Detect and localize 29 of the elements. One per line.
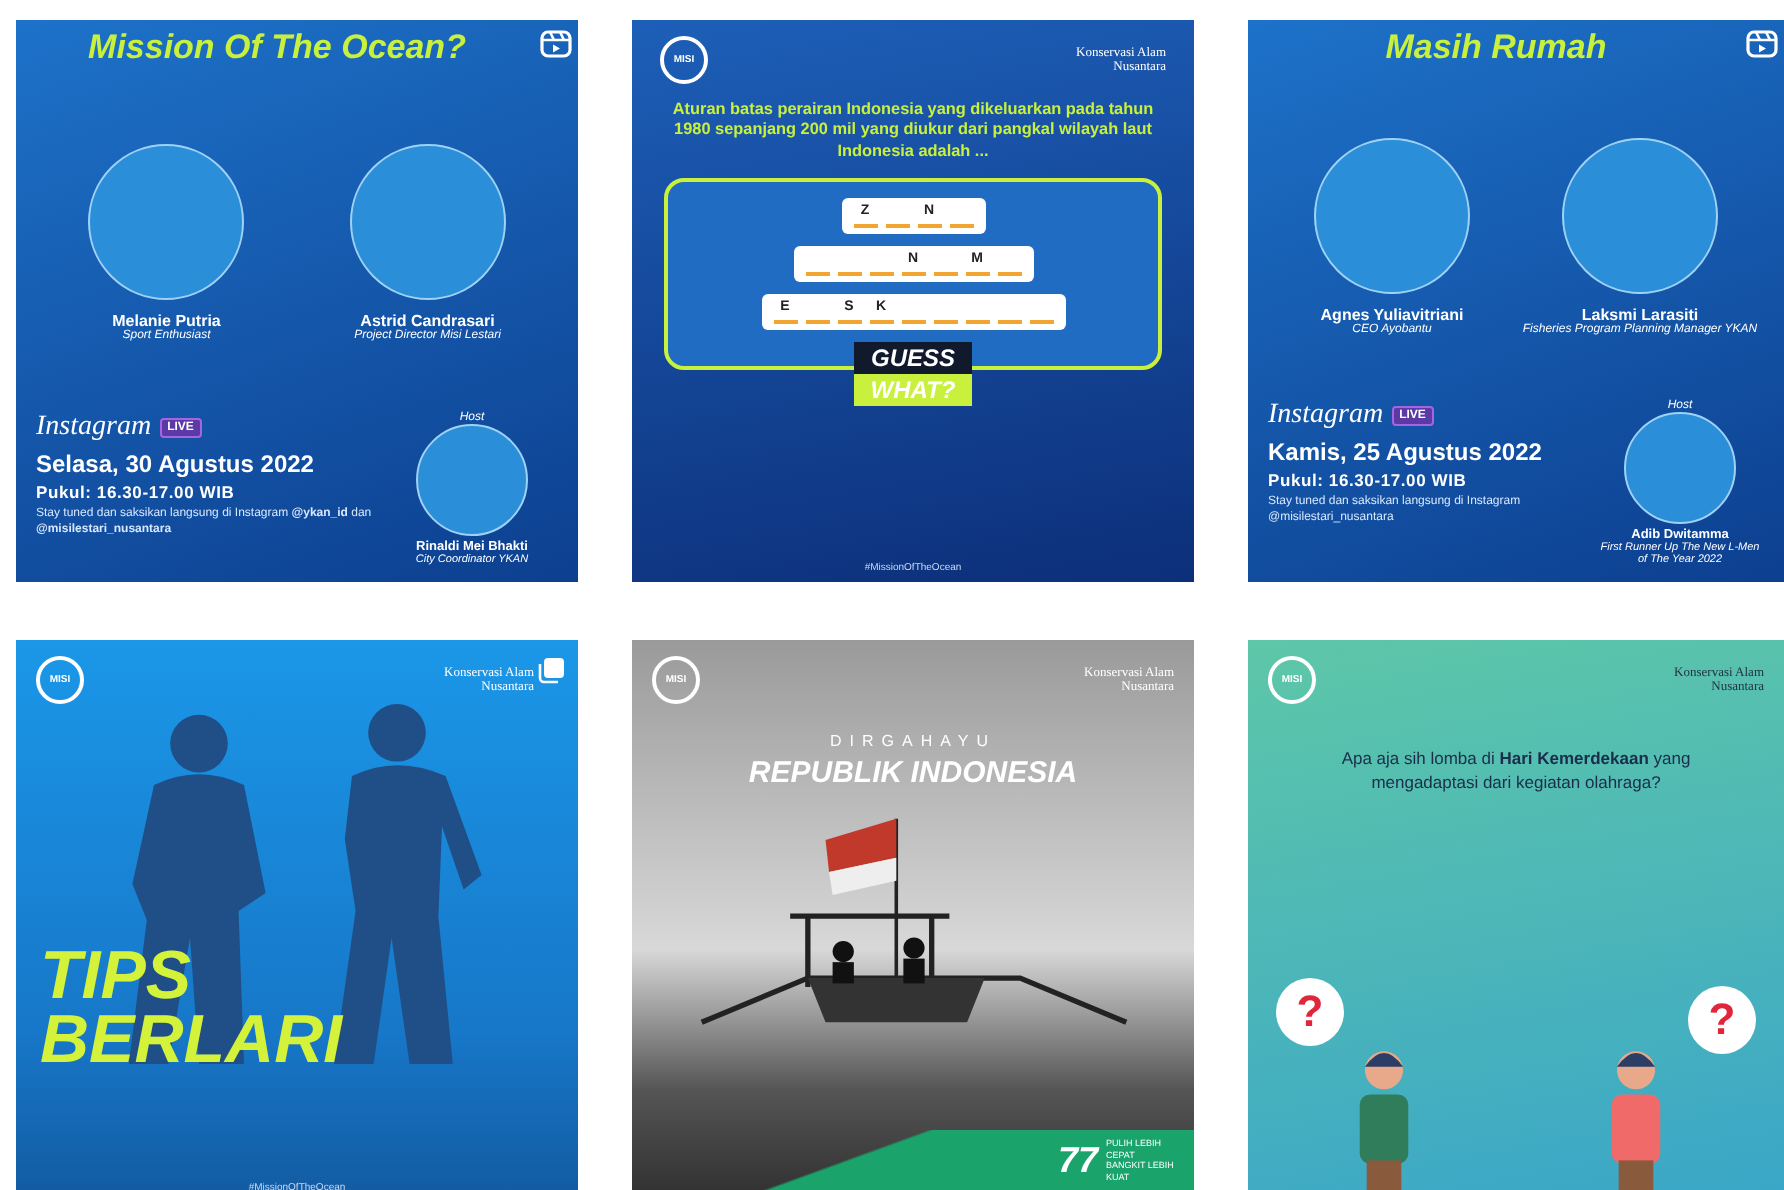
post-tile[interactable] bbox=[632, 20, 1194, 582]
post-title: REPUBLIK INDONESIA bbox=[746, 756, 1080, 790]
post-kicker: DIRGAHAYU bbox=[828, 732, 998, 750]
guest-name: Agnes Yuliavitriani bbox=[1320, 305, 1464, 323]
video-icon bbox=[540, 28, 572, 60]
speech-bubble: ? bbox=[1688, 986, 1756, 1054]
multiple-images-icon bbox=[538, 656, 566, 684]
event-time: Pukul: 16.30-17.00 WIB bbox=[36, 482, 237, 502]
brand-label: Instagram bbox=[36, 412, 152, 444]
quiz-question: Aturan batas perairan Indonesia yang dikeluarkan pada tahun 1980 sepanjang 200 mil yang diukur dari pangkal wilayah laut Indonesia adalah ... bbox=[670, 100, 1156, 162]
post-tile[interactable] bbox=[1248, 20, 1784, 582]
post-title: TIPS bbox=[40, 944, 194, 1008]
post-title: Mission Of The Ocean? bbox=[86, 28, 468, 68]
anniversary-emblem: 77 bbox=[1057, 1139, 1098, 1182]
guest-name: Melanie Putria bbox=[112, 311, 221, 329]
post-title: BERLARI bbox=[40, 1008, 346, 1072]
guest-name: Laksmi Larasiti bbox=[1581, 305, 1699, 323]
post-tile[interactable] bbox=[16, 20, 578, 582]
video-icon bbox=[1746, 28, 1778, 60]
event-date: Kamis, 25 Agustus 2022 bbox=[1268, 438, 1544, 466]
guest-name: Astrid Candrasari bbox=[360, 311, 495, 329]
post-title: Masih Rumah bbox=[1383, 28, 1609, 68]
guess-label: GUESS bbox=[854, 341, 971, 374]
post-question: Apa aja sih lomba di Hari Kemerdekaan yang mengadaptasi dari kegiatan olahraga? bbox=[1339, 748, 1693, 796]
speech-bubble: ? bbox=[1276, 978, 1344, 1046]
brand-label: Instagram bbox=[1268, 400, 1384, 432]
event-date: Selasa, 30 Agustus 2022 bbox=[36, 450, 316, 478]
event-time: Pukul: 16.30-17.00 WIB bbox=[1268, 470, 1469, 490]
guess-label: WHAT? bbox=[854, 373, 972, 406]
